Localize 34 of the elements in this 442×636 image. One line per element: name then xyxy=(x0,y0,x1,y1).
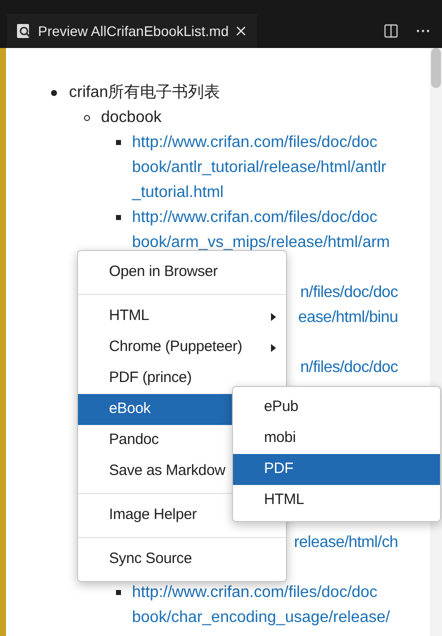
more-icon[interactable] xyxy=(416,29,430,33)
menu-item[interactable]: HTML xyxy=(78,301,286,332)
preview-icon xyxy=(16,23,32,39)
link[interactable]: book/antlr_tutorial/release/html/antlr xyxy=(132,155,386,180)
square-bullet-icon xyxy=(116,140,121,145)
link[interactable]: http://www.crifan.com/files/doc/doc xyxy=(132,580,378,605)
link[interactable]: book/char_encoding_usage/release/ xyxy=(132,605,390,630)
square-bullet-icon xyxy=(116,590,121,595)
menu-item[interactable]: PDF (prince) xyxy=(78,363,286,394)
link[interactable]: http://www.crifan.com/files/doc/doc xyxy=(132,205,378,230)
submenu-arrow-icon xyxy=(271,344,276,352)
close-icon[interactable] xyxy=(234,25,247,37)
editor-tab[interactable]: Preview AllCrifanEbookList.md xyxy=(7,14,257,48)
menu-item[interactable]: Open in Browser xyxy=(78,257,286,288)
menu-item[interactable]: Chrome (Puppeteer) xyxy=(78,332,286,363)
link[interactable]: http://www.crifan.com/files/doc/doc xyxy=(132,130,378,155)
menu-item[interactable]: HTML xyxy=(233,485,440,516)
submenu-arrow-icon xyxy=(271,312,276,320)
bullet-icon xyxy=(51,90,57,96)
list-item-text: docbook xyxy=(101,108,162,128)
link[interactable]: n/files/doc/doc xyxy=(300,355,398,380)
scrollbar-thumb[interactable] xyxy=(431,48,441,88)
circle-bullet-icon xyxy=(84,114,90,120)
menu-item[interactable]: mobi xyxy=(233,423,440,454)
link[interactable]: n/files/doc/doc xyxy=(300,280,398,305)
menu-item[interactable]: Sync Source xyxy=(78,544,286,575)
link[interactable]: release/html/ch xyxy=(294,530,398,555)
tab-title: Preview AllCrifanEbookList.md xyxy=(38,22,229,40)
link[interactable]: _tutorial.html xyxy=(132,180,224,205)
list-item-text: crifan所有电子书列表 xyxy=(69,82,220,103)
square-bullet-icon xyxy=(116,215,121,220)
link[interactable]: ease/html/binu xyxy=(298,305,398,330)
split-editor-icon[interactable] xyxy=(384,24,398,38)
menu-item[interactable]: PDF xyxy=(233,454,440,485)
